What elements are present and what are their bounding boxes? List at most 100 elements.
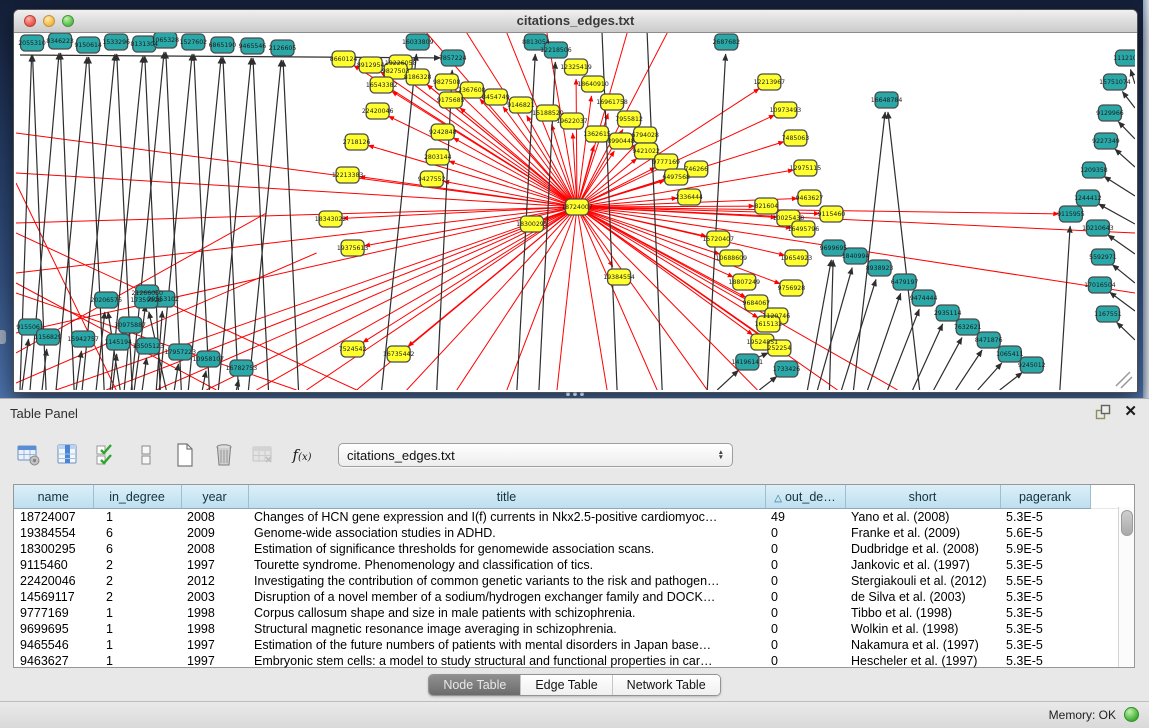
table-cell[interactable]: 0: [765, 525, 845, 541]
graph-edge[interactable]: [868, 293, 901, 390]
graph-node[interactable]: [792, 221, 815, 237]
table-cell[interactable]: 1: [93, 653, 181, 669]
table-cell[interactable]: 1997: [181, 557, 248, 573]
graph-edge[interactable]: [16, 233, 357, 390]
column-header-pagerank[interactable]: pagerank: [1000, 485, 1090, 509]
graph-node[interactable]: [868, 260, 891, 276]
graph-edge[interactable]: [1117, 322, 1135, 340]
graph-edge[interactable]: [253, 58, 268, 390]
graph-node[interactable]: [736, 354, 759, 370]
graph-edge[interactable]: [1122, 92, 1135, 108]
table-cell[interactable]: Jankovic et al. (1997): [845, 557, 1000, 573]
graph-edge[interactable]: [1104, 176, 1135, 196]
graph-node[interactable]: [271, 40, 294, 56]
graph-node[interactable]: [820, 206, 843, 222]
graph-node[interactable]: [678, 189, 701, 205]
table-cell[interactable]: Investigating the contribution of common…: [248, 573, 765, 589]
table-cell[interactable]: Embryonic stem cells: a model to study s…: [248, 653, 765, 669]
graph-hub-node[interactable]: [565, 199, 588, 215]
table-cell[interactable]: 1997: [181, 637, 248, 653]
tab-edge-table[interactable]: Edge Table: [520, 675, 611, 695]
graph-node[interactable]: [439, 92, 462, 108]
graph-node[interactable]: [875, 92, 898, 108]
graph-node[interactable]: [359, 57, 382, 73]
graph-node[interactable]: [844, 248, 867, 264]
graph-node[interactable]: [936, 305, 959, 321]
graph-node[interactable]: [635, 143, 658, 159]
table-cell[interactable]: 5.3E-5: [1000, 605, 1090, 621]
graph-node[interactable]: [794, 160, 817, 176]
graph-node[interactable]: [72, 331, 95, 347]
graph-node[interactable]: [720, 250, 743, 266]
graph-edge[interactable]: [142, 358, 146, 390]
graph-node[interactable]: [154, 33, 177, 48]
graph-node[interactable]: [107, 334, 130, 350]
table-cell[interactable]: 1997: [181, 653, 248, 669]
graph-edge[interactable]: [759, 376, 777, 390]
graph-edge[interactable]: [408, 207, 577, 346]
graph-node[interactable]: [998, 346, 1021, 362]
table-cell[interactable]: 0: [765, 541, 845, 557]
table-cell[interactable]: Franke et al. (2009): [845, 525, 1000, 541]
graph-edge[interactable]: [248, 60, 281, 390]
table-cell[interactable]: 5.3E-5: [1000, 621, 1090, 637]
new-table-button[interactable]: [170, 440, 200, 470]
graph-edge[interactable]: [707, 54, 725, 390]
table-cell[interactable]: Nakamura et al. (1997): [845, 637, 1000, 653]
table-cell[interactable]: 9699695: [14, 621, 93, 637]
table-cell[interactable]: 0: [765, 637, 845, 653]
table-cell[interactable]: 5.3E-5: [1000, 557, 1090, 573]
table-row[interactable]: 969969511998Structural magnetic resonanc…: [14, 621, 1119, 637]
graph-node[interactable]: [21, 35, 44, 51]
graph-node[interactable]: [431, 124, 454, 140]
graph-node[interactable]: [370, 77, 393, 93]
graph-node[interactable]: [182, 34, 205, 50]
table-cell[interactable]: 0: [765, 589, 845, 605]
graph-node[interactable]: [135, 292, 158, 308]
graph-node[interactable]: [785, 250, 808, 266]
graph-edge[interactable]: [368, 145, 577, 207]
graph-node[interactable]: [137, 338, 160, 354]
table-cell[interactable]: Tourette syndrome. Phenomenology and cla…: [248, 557, 765, 573]
graph-node[interactable]: [460, 82, 483, 98]
graph-edge[interactable]: [1118, 122, 1135, 139]
graph-edge[interactable]: [223, 57, 238, 390]
tab-network-table[interactable]: Network Table: [612, 675, 720, 695]
column-header-name[interactable]: name: [14, 485, 93, 509]
graph-node[interactable]: [197, 351, 220, 367]
left-splitter-handle[interactable]: [0, 330, 6, 344]
table-row[interactable]: 946554611997Estimation of the future num…: [14, 637, 1119, 653]
table-cell[interactable]: Genome-wide association studies in ADHD.: [248, 525, 765, 541]
graph-edge[interactable]: [364, 207, 577, 246]
table-cell[interactable]: 5.5E-5: [1000, 573, 1090, 589]
graph-node[interactable]: [655, 154, 678, 170]
graph-edge[interactable]: [1000, 372, 1023, 390]
graph-node[interactable]: [780, 280, 803, 296]
graph-node[interactable]: [634, 127, 657, 143]
graph-node[interactable]: [341, 341, 364, 357]
graph-node[interactable]: [768, 340, 791, 356]
float-window-icon[interactable]: [1095, 404, 1111, 420]
graph-node[interactable]: [798, 190, 821, 206]
table-cell[interactable]: Disruption of a novel member of a sodium…: [248, 589, 765, 605]
graph-node[interactable]: [435, 74, 458, 90]
table-cell[interactable]: 1: [93, 605, 181, 621]
graph-node[interactable]: [95, 292, 118, 308]
table-settings-button[interactable]: [14, 440, 44, 470]
table-cell[interactable]: Estimation of the future numbers of pati…: [248, 637, 765, 653]
graph-node[interactable]: [1059, 206, 1082, 222]
graph-edge[interactable]: [166, 52, 181, 390]
graph-edge[interactable]: [1060, 226, 1070, 390]
graph-node[interactable]: [241, 38, 264, 54]
table-cell[interactable]: 5.3E-5: [1000, 589, 1090, 605]
graph-node[interactable]: [441, 50, 464, 66]
graph-node[interactable]: [345, 134, 368, 150]
graph-edge[interactable]: [577, 207, 607, 390]
window-titlebar[interactable]: citations_edges.txt: [14, 10, 1137, 33]
table-cell[interactable]: 2008: [181, 541, 248, 557]
table-cell[interactable]: 14569117: [14, 589, 93, 605]
close-window-icon[interactable]: [24, 15, 36, 27]
window-resize-grip[interactable]: [1116, 372, 1132, 388]
graph-edge[interactable]: [460, 108, 577, 207]
table-cell[interactable]: Dudbridge et al. (2008): [845, 541, 1000, 557]
